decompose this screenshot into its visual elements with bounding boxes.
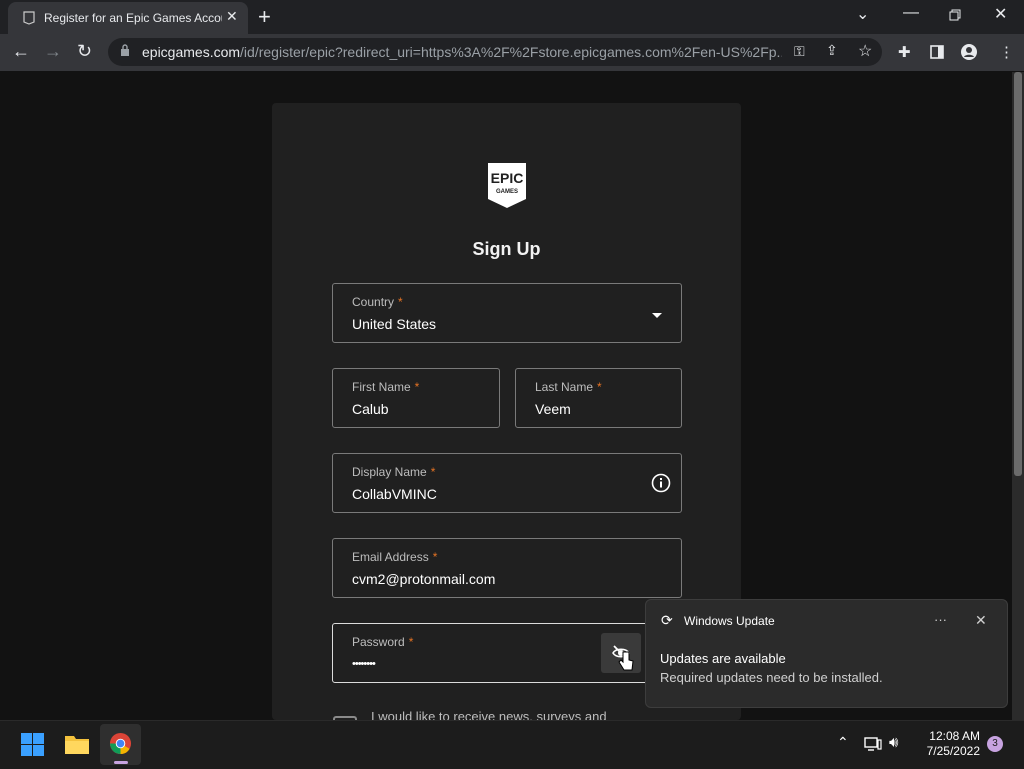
windows-start-icon[interactable] bbox=[21, 733, 44, 756]
close-window-icon[interactable]: ✕ bbox=[994, 4, 1007, 24]
clock-date: 7/25/2022 bbox=[926, 744, 980, 758]
lock-icon bbox=[121, 44, 129, 56]
svg-text:EPIC: EPIC bbox=[491, 170, 524, 186]
tab-title: Register for an Epic Games Accou bbox=[44, 11, 222, 25]
email-field[interactable]: Email Address * cvm2@protonmail.com bbox=[332, 538, 682, 598]
show-hidden-icons-icon[interactable]: ⌃ bbox=[837, 734, 849, 751]
toast-heading: Updates are available bbox=[660, 651, 786, 666]
address-bar[interactable]: epicgames.com/id/register/epic?redirect_… bbox=[108, 38, 882, 66]
restore-icon[interactable] bbox=[949, 9, 961, 21]
toast-close-icon[interactable]: ✕ bbox=[975, 612, 987, 629]
profile-icon[interactable] bbox=[961, 44, 977, 60]
display-name-value: CollabVMINC bbox=[352, 486, 437, 502]
share-icon[interactable]: ⇪ bbox=[826, 42, 838, 59]
display-name-label: Display Name * bbox=[352, 465, 436, 479]
svg-text:GAMES: GAMES bbox=[496, 189, 518, 195]
forward-icon[interactable]: → bbox=[44, 41, 62, 62]
minimize-icon[interactable]: — bbox=[903, 4, 919, 22]
windows-update-sync-icon: ⟳ bbox=[661, 612, 673, 628]
hand-cursor-icon bbox=[618, 651, 634, 671]
close-tab-icon[interactable]: ✕ bbox=[226, 8, 238, 25]
toast-more-options-icon[interactable]: ··· bbox=[934, 612, 947, 627]
url-path: /id/register/epic?redirect_uri=https%3A%… bbox=[240, 44, 782, 60]
country-label: Country * bbox=[352, 295, 403, 309]
extensions-icon[interactable]: ✚ bbox=[898, 43, 911, 61]
last-name-field[interactable]: Last Name * Veem bbox=[515, 368, 682, 428]
toast-body: Required updates need to be installed. bbox=[660, 670, 883, 685]
page-title: Sign Up bbox=[472, 239, 541, 259]
country-select[interactable]: Country * United States bbox=[332, 283, 682, 343]
country-value: United States bbox=[352, 316, 437, 332]
password-value: •••••••• bbox=[352, 658, 376, 670]
email-label: Email Address * bbox=[352, 550, 438, 564]
volume-icon[interactable]: 🔊︎ bbox=[889, 734, 898, 751]
toast-app-name: Windows Update bbox=[684, 614, 775, 628]
display-name-field[interactable]: Display Name * CollabVMINC bbox=[332, 453, 682, 513]
browser-tab[interactable]: Register for an Epic Games Accou ✕ bbox=[8, 2, 248, 34]
dropdown-arrow-icon bbox=[652, 313, 662, 318]
clock-time: 12:08 AM bbox=[929, 729, 980, 743]
new-tab-icon[interactable]: + bbox=[258, 4, 271, 30]
epic-games-favicon-icon bbox=[23, 11, 35, 25]
chrome-taskbar-button[interactable] bbox=[100, 724, 141, 765]
epic-games-logo: EPIC GAMES bbox=[488, 163, 526, 208]
active-app-indicator bbox=[114, 761, 128, 764]
windows-update-toast[interactable]: ⟳ Windows Update ··· ✕ Updates are avail… bbox=[645, 599, 1008, 708]
chrome-icon bbox=[109, 732, 132, 755]
newsletter-label: I would like to receive news, surveys an… bbox=[371, 709, 607, 720]
toggle-password-visibility-button[interactable] bbox=[601, 633, 641, 673]
email-value: cvm2@protonmail.com bbox=[352, 571, 496, 587]
first-name-field[interactable]: First Name * Calub bbox=[332, 368, 500, 428]
last-name-label: Last Name * bbox=[535, 380, 602, 394]
scrollbar-thumb[interactable] bbox=[1014, 72, 1022, 476]
bookmark-star-icon[interactable]: ☆ bbox=[858, 41, 872, 61]
last-name-value: Veem bbox=[535, 401, 571, 417]
file-explorer-icon[interactable] bbox=[64, 733, 90, 755]
back-icon[interactable]: ← bbox=[12, 41, 30, 62]
password-key-icon[interactable]: ⚿ bbox=[794, 43, 805, 60]
taskbar-clock[interactable]: 12:08 AM 7/25/2022 bbox=[918, 729, 980, 759]
first-name-label: First Name * bbox=[352, 380, 420, 394]
side-panel-icon[interactable] bbox=[930, 45, 944, 59]
reload-icon[interactable]: ↻ bbox=[77, 41, 92, 62]
info-icon[interactable] bbox=[651, 473, 671, 493]
network-icon[interactable] bbox=[864, 736, 882, 752]
first-name-value: Calub bbox=[352, 401, 389, 417]
notification-count-badge[interactable]: 3 bbox=[987, 736, 1003, 752]
url-text: epicgames.com/id/register/epic?redirect_… bbox=[142, 44, 782, 60]
url-host: epicgames.com bbox=[142, 44, 241, 60]
tab-search-icon[interactable]: ⌄ bbox=[856, 4, 869, 24]
menu-kebab-icon[interactable]: ⋮ bbox=[999, 43, 1014, 61]
password-label: Password * bbox=[352, 635, 414, 649]
